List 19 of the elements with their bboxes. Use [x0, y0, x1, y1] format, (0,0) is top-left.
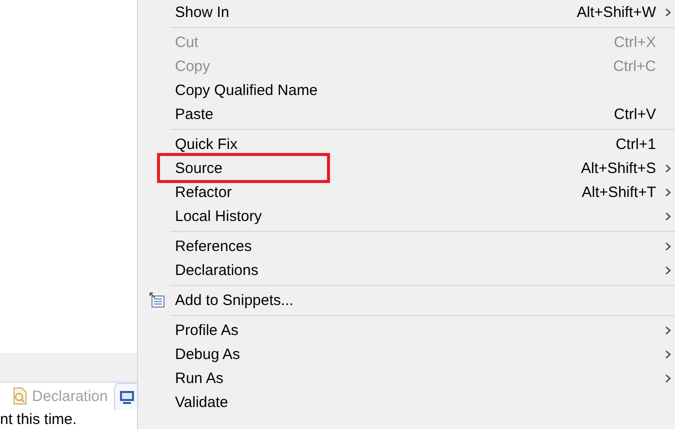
menu-item[interactable]: Validate — [138, 390, 675, 414]
menu-item[interactable]: Refactor Alt+Shift+T — [138, 180, 675, 204]
menu-item[interactable]: Run As — [138, 366, 675, 390]
menu-item[interactable]: Local History — [138, 204, 675, 228]
menu-item[interactable]: Debug As — [138, 342, 675, 366]
menu-item[interactable]: Declarations — [138, 258, 675, 282]
monitor-icon — [118, 388, 135, 404]
menu-item[interactable]: Source Alt+Shift+S — [138, 156, 675, 180]
menu-item[interactable]: References — [138, 234, 675, 258]
view-tab[interactable] — [114, 382, 137, 410]
menu-item[interactable]: Profile As — [138, 318, 675, 342]
document-icon — [12, 387, 28, 405]
menu-item[interactable]: Quick Fix Ctrl+1 — [138, 132, 675, 156]
menu-item[interactable]: Paste Ctrl+V — [138, 102, 675, 126]
menu-item[interactable]: Copy Qualified Name — [138, 78, 675, 102]
console-text: nt this time. — [0, 410, 78, 428]
menu-item[interactable]: Show In Alt+Shift+W — [138, 0, 675, 24]
snippet-icon — [148, 292, 164, 308]
menu-item[interactable]: Add to Snippets... — [138, 288, 675, 312]
